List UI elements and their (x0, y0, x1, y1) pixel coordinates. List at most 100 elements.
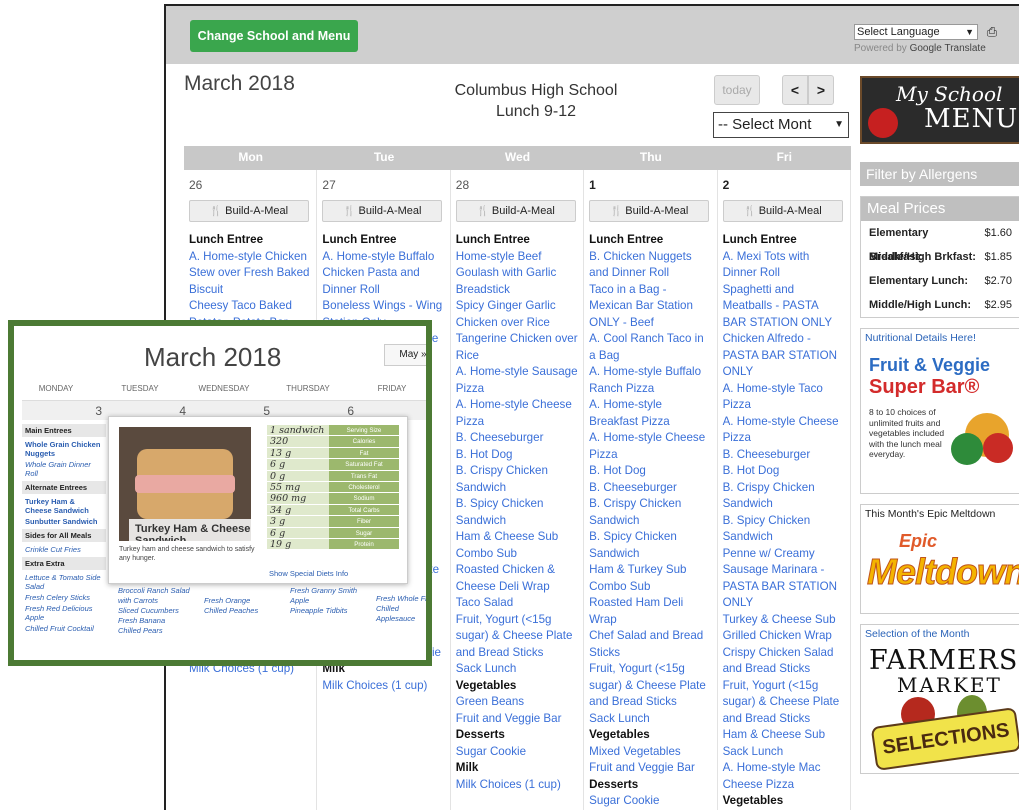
menu-item-link[interactable]: Fruit, Yogurt (<15g sugar) & Cheese Plat… (589, 661, 711, 711)
build-a-meal-button[interactable]: 🍴 Build-A-Meal (589, 200, 710, 222)
inset-item[interactable]: Fresh Red Delicious Apple (22, 603, 106, 623)
menu-item-link[interactable]: B. Spicy Chicken Sandwich (456, 496, 578, 529)
nutrition-value: 13 g (267, 447, 329, 459)
inset-item[interactable]: Fresh Orange (204, 596, 284, 606)
menu-item-link[interactable]: B. Crispy Chicken Sandwich (723, 480, 845, 513)
build-a-meal-button[interactable]: 🍴 Build-A-Meal (722, 200, 843, 222)
menu-item-link[interactable]: A. Home-style Cheese Pizza (456, 397, 578, 430)
menu-item-link[interactable]: Roasted Ham Deli Wrap (589, 595, 711, 628)
menu-item-link[interactable]: Fruit and Veggie Bar (589, 760, 711, 777)
menu-item-link[interactable]: Sugar Cookie (589, 793, 711, 810)
my-school-menus-logo[interactable]: My School MENUS (860, 76, 1019, 144)
menu-item-link[interactable]: A. Mexi Tots with Dinner Roll (723, 249, 845, 282)
menu-item-link[interactable]: A. Home-style Chicken Stew over Fresh Ba… (189, 249, 311, 299)
menu-item-link[interactable]: Spicy Ginger Garlic Chicken over Rice (456, 298, 578, 331)
menu-item-link[interactable]: A. Home-style Mac Cheese Pizza (723, 760, 845, 793)
next-month-button[interactable]: > (808, 75, 834, 105)
menu-item-link[interactable]: B. Chicken Nuggets and Dinner Roll (589, 249, 711, 282)
menu-item-link[interactable]: Ham & Cheese Sub (723, 727, 845, 744)
inset-item[interactable]: Lettuce & Tomato Side Salad (22, 572, 106, 592)
menu-item-link[interactable]: Green Beans (456, 694, 578, 711)
inset-item[interactable]: Fresh Whole Fruit (376, 594, 426, 604)
menu-item-link[interactable]: A. Home-style Sausage Pizza (456, 364, 578, 397)
menu-item-link[interactable]: Combo Sub (456, 546, 578, 563)
menu-item-link[interactable]: Turkey & Cheese Sub (723, 612, 845, 629)
menu-item-link[interactable]: A. Home-style Buffalo Ranch Pizza (589, 364, 711, 397)
inset-item[interactable]: Chilled Applesauce (376, 604, 426, 624)
menu-item-link[interactable]: A. Home-style Taco Pizza (723, 381, 845, 414)
menu-item-link[interactable]: B. Hot Dog (589, 463, 711, 480)
inset-item[interactable]: Broccoli Ranch Salad with Carrots (118, 586, 198, 606)
menu-item-link[interactable]: B. Spicy Chicken Sandwich (589, 529, 711, 562)
menu-item-link[interactable]: A. Home-style Cheese Pizza (589, 430, 711, 463)
filter-allergens-button[interactable]: Filter by Allergens (860, 162, 1019, 186)
menu-item-link[interactable]: A. Home-style Buffalo Chicken Pasta and … (322, 249, 444, 299)
farmers-market-promo[interactable]: Selection of the Month FARMERS MARKET SE… (860, 624, 1019, 774)
menu-item-link[interactable]: Mixed Vegetables (589, 744, 711, 761)
inset-item[interactable]: Whole Grain Dinner Roll (22, 459, 106, 479)
build-a-meal-button[interactable]: 🍴 Build-A-Meal (189, 200, 309, 222)
menu-item-link[interactable]: Spaghetti and Meatballs - PASTA BAR STAT… (723, 282, 845, 332)
menu-item-link[interactable]: Roasted Chicken & Cheese Deli Wrap (456, 562, 578, 595)
menu-item-link[interactable]: Sugar Cookie (456, 744, 578, 761)
menu-item-link[interactable]: A. Home-style Cheese Pizza (723, 414, 845, 447)
menu-item-link[interactable]: Sack Lunch (589, 711, 711, 728)
menu-item-link[interactable]: Milk Choices (1 cup) (456, 777, 578, 794)
menu-item-link[interactable]: Tangerine Chicken over Rice (456, 331, 578, 364)
build-a-meal-button[interactable]: 🍴 Build-A-Meal (455, 200, 576, 222)
inset-item[interactable]: Fresh Banana (118, 616, 198, 626)
inset-next-month-button[interactable]: May » (384, 344, 426, 366)
menu-item-link[interactable]: Fruit, Yogurt (<15g sugar) & Cheese Plat… (456, 612, 578, 662)
menu-item-link[interactable]: A. Home-style Breakfast Pizza (589, 397, 711, 430)
inset-item[interactable]: Crinkle Cut Fries (22, 544, 106, 555)
print-icon[interactable]: ⎙ (984, 24, 1000, 40)
menu-item-link[interactable]: Grilled Chicken Wrap (723, 628, 845, 645)
powered-by-google[interactable]: Powered by Google Translate (854, 43, 986, 54)
menu-item-link[interactable]: B. Crispy Chicken Sandwich (456, 463, 578, 496)
inset-item[interactable]: Chilled Fruit Cocktail (22, 623, 106, 634)
translate-link[interactable]: Translate (944, 43, 985, 54)
menu-item-link[interactable]: Home-style Beef Goulash with Garlic Brea… (456, 249, 578, 299)
menu-item-link[interactable]: Chef Salad and Bread Sticks (589, 628, 711, 661)
today-button[interactable]: today (714, 75, 760, 105)
menu-item-link[interactable]: Sack Lunch (723, 744, 845, 761)
menu-item-link[interactable]: Ham & Cheese Sub (456, 529, 578, 546)
inset-item[interactable]: Sunbutter Sandwich (22, 516, 106, 527)
menu-item-link[interactable]: Sack Lunch (456, 661, 578, 678)
menu-item-link[interactable]: B. Cheeseburger (723, 447, 845, 464)
inset-item[interactable]: Sliced Cucumbers (118, 606, 198, 616)
inset-item[interactable]: Pineapple Tidbits (290, 606, 370, 616)
inset-item-selected[interactable]: Turkey Ham & Cheese Sandwich (22, 496, 106, 516)
menu-item-link[interactable]: B. Cheeseburger (589, 480, 711, 497)
menu-item-link[interactable]: Fruit and Veggie Bar (456, 711, 578, 728)
nutrition-link[interactable]: Nutritional Details Here! (861, 329, 1019, 347)
inset-item[interactable]: Whole Grain Chicken Nuggets (22, 439, 106, 459)
menu-item-link[interactable]: A. Cool Ranch Taco in a Bag (589, 331, 711, 364)
menu-item-link[interactable]: Combo Sub (589, 579, 711, 596)
menu-item-link[interactable]: Ham & Turkey Sub (589, 562, 711, 579)
menu-item-link[interactable]: B. Crispy Chicken Sandwich (589, 496, 711, 529)
epic-meltdown-promo[interactable]: This Month's Epic Meltdown Epic Meltdown… (860, 504, 1019, 614)
menu-item-link[interactable]: Taco in a Bag - Mexican Bar Station ONLY… (589, 282, 711, 332)
inset-item[interactable]: Fresh Celery Sticks (22, 592, 106, 603)
special-diets-link[interactable]: Show Special Diets Info (269, 569, 348, 578)
menu-item-link[interactable]: B. Hot Dog (456, 447, 578, 464)
inset-item[interactable]: Chilled Peaches (204, 606, 284, 616)
menu-item-link[interactable]: B. Spicy Chicken Sandwich (723, 513, 845, 546)
menu-item-link[interactable]: B. Cheeseburger (456, 430, 578, 447)
prev-month-button[interactable]: < (782, 75, 808, 105)
menu-item-link[interactable]: Fruit, Yogurt (<15g sugar) & Cheese Plat… (723, 678, 845, 728)
menu-item-link[interactable]: Milk Choices (1 cup) (322, 678, 444, 695)
menu-item-link[interactable]: Chicken Alfredo - PASTA BAR STATION ONLY (723, 331, 845, 381)
language-select[interactable]: Select Language ▼ (854, 24, 978, 40)
inset-item[interactable]: Fresh Granny Smith Apple (290, 586, 370, 606)
menu-item-link[interactable]: B. Hot Dog (723, 463, 845, 480)
change-school-button[interactable]: Change School and Menu (190, 20, 358, 52)
inset-item[interactable]: Chilled Pears (118, 626, 198, 636)
month-select[interactable]: -- Select Mont ▼ (713, 112, 849, 138)
fruit-veggie-promo[interactable]: Nutritional Details Here! Fruit & Veggie… (860, 328, 1019, 494)
menu-item-link[interactable]: Crispy Chicken Salad and Bread Sticks (723, 645, 845, 678)
menu-item-link[interactable]: Taco Salad (456, 595, 578, 612)
build-a-meal-button[interactable]: 🍴 Build-A-Meal (322, 200, 443, 222)
menu-item-link[interactable]: Penne w/ Creamy Sausage Marinara - PASTA… (723, 546, 845, 612)
